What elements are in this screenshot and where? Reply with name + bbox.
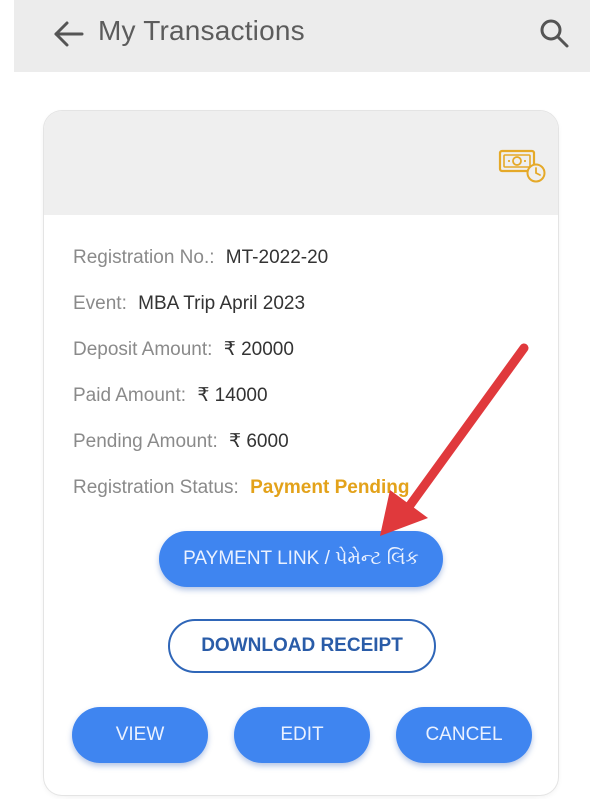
edit-button[interactable]: EDIT — [234, 707, 370, 763]
event-row: Event: MBA Trip April 2023 — [73, 287, 543, 333]
transaction-card: Registration No.: MT-2022-20 Event: MBA … — [44, 111, 558, 795]
registration-no-value: MT-2022-20 — [225, 247, 329, 268]
registration-status-row: Registration Status: Payment Pending — [73, 471, 543, 517]
search-icon[interactable] — [538, 17, 570, 49]
deposit-amount-label: Deposit Amount: — [73, 339, 213, 360]
paid-amount-label: Paid Amount: — [73, 385, 187, 406]
paid-amount-value: ₹ 14000 — [197, 385, 268, 406]
event-value: MBA Trip April 2023 — [138, 293, 306, 314]
registration-no-label: Registration No.: — [73, 247, 215, 268]
card-header — [44, 111, 558, 215]
pending-amount-row: Pending Amount: ₹ 6000 — [73, 425, 543, 471]
paid-amount-row: Paid Amount: ₹ 14000 — [73, 379, 543, 425]
payment-link-button[interactable]: PAYMENT LINK / પેમેન્ટ લિંક — [159, 531, 443, 587]
pending-amount-label: Pending Amount: — [73, 431, 218, 452]
registration-status-label: Registration Status: — [73, 477, 239, 498]
money-clock-icon — [498, 149, 546, 183]
arrow-left-icon[interactable] — [52, 19, 86, 49]
app-bar: My Transactions — [14, 0, 590, 72]
deposit-amount-row: Deposit Amount: ₹ 20000 — [73, 333, 543, 379]
transactions-screen: My Transactions Registration No.: MT-202… — [0, 0, 613, 799]
cancel-button[interactable]: CANCEL — [396, 707, 532, 763]
download-receipt-button[interactable]: DOWNLOAD RECEIPT — [168, 619, 436, 673]
status-badge: Payment Pending — [250, 477, 410, 498]
view-button[interactable]: VIEW — [72, 707, 208, 763]
deposit-amount-value: ₹ 20000 — [223, 339, 294, 360]
pending-amount-value: ₹ 6000 — [229, 431, 289, 452]
transaction-details: Registration No.: MT-2022-20 Event: MBA … — [73, 241, 543, 517]
page-title: My Transactions — [98, 15, 305, 46]
event-label: Event: — [73, 293, 127, 314]
registration-no-row: Registration No.: MT-2022-20 — [73, 241, 543, 287]
